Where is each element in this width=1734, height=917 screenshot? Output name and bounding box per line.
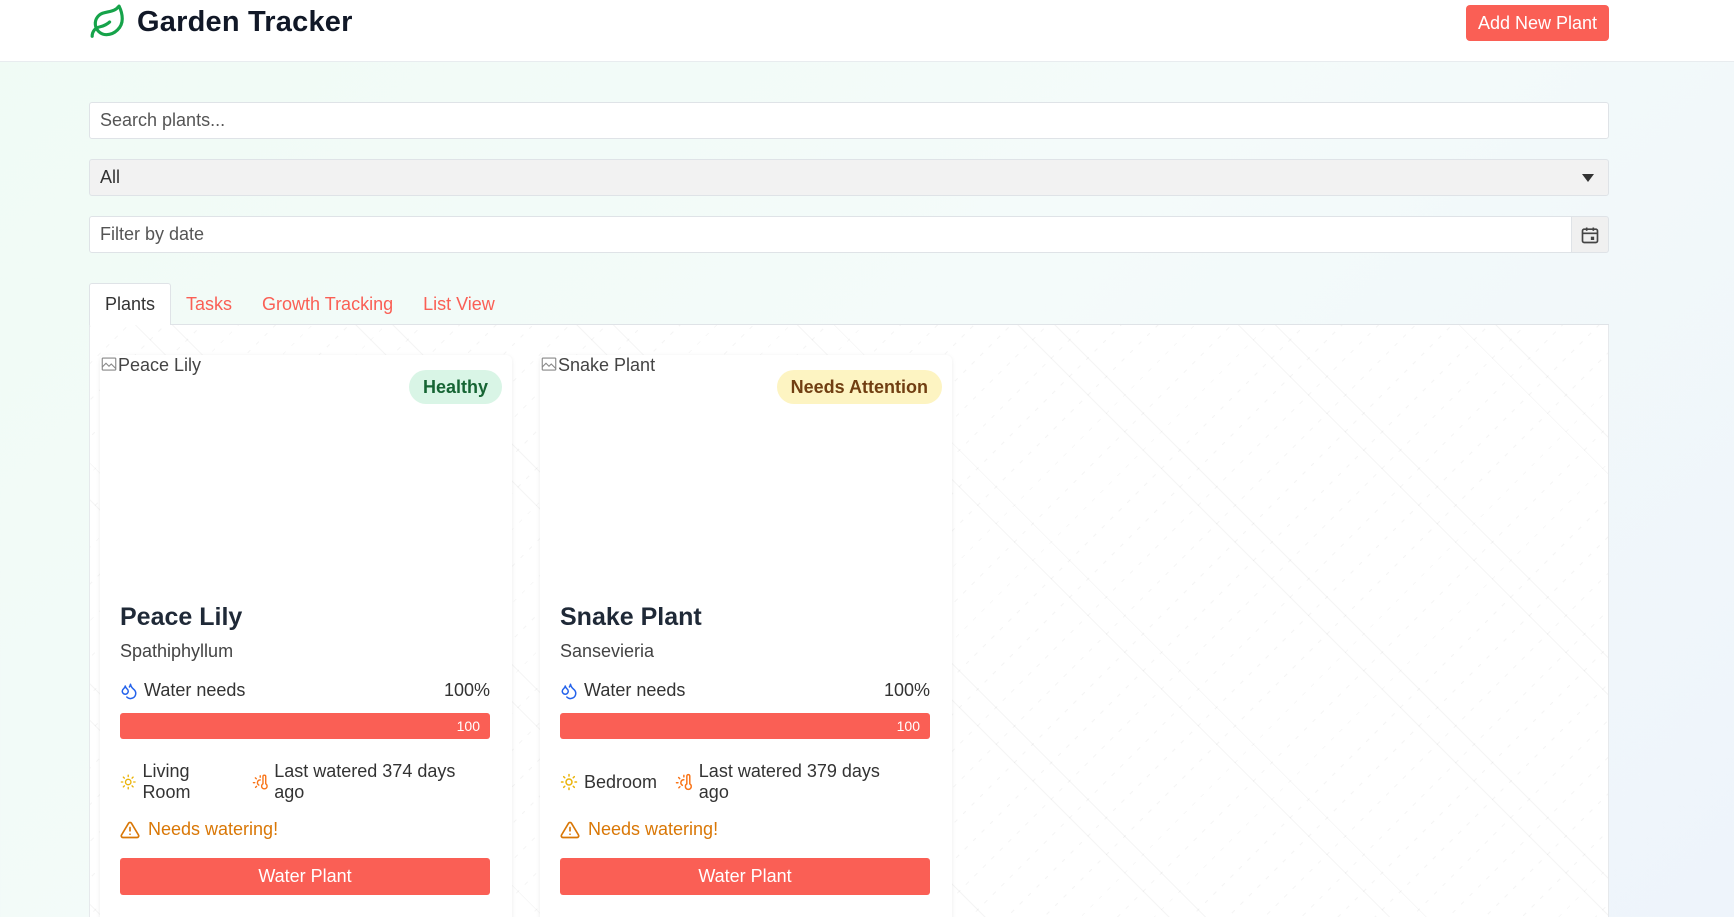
alert-triangle-icon — [560, 821, 580, 838]
thermometer-sun-icon — [252, 774, 268, 790]
last-watered: Last watered 379 days ago — [698, 761, 880, 802]
droplets-icon — [121, 683, 137, 699]
app-header: Garden Tracker Add New Plant — [0, 0, 1734, 62]
water-progress-value: 100 — [456, 718, 480, 734]
plant-name: Peace Lily — [120, 603, 243, 631]
water-needs-label: Water needs — [144, 680, 246, 700]
plant-image: Peace Lily Healthy — [100, 355, 512, 585]
category-select[interactable]: All — [89, 159, 1609, 196]
brand[interactable]: Garden Tracker — [89, 3, 353, 41]
caret-down-icon — [1582, 173, 1594, 182]
calendar-icon — [1581, 227, 1599, 243]
plant-name: Snake Plant — [560, 603, 702, 631]
water-progress-fill: 100 — [120, 713, 490, 739]
tab-growth-tracking[interactable]: Growth Tracking — [247, 283, 408, 325]
water-needs-percent: 100% — [883, 680, 930, 700]
water-plant-button[interactable]: Water Plant — [560, 858, 930, 895]
leaf-icon — [90, 4, 124, 38]
tab-plants[interactable]: Plants — [89, 283, 172, 326]
date-filter-placeholder: Filter by date — [100, 224, 205, 244]
watering-warning: Needs watering! — [588, 819, 719, 839]
plant-card: Snake Plant Needs Attention Snake Plant … — [540, 355, 952, 917]
date-filter-input[interactable]: Filter by date — [89, 216, 1572, 253]
thermometer-sun-icon — [675, 773, 693, 791]
water-needs-label: Water needs — [584, 680, 686, 700]
tab-list-view[interactable]: List View — [408, 283, 510, 325]
water-progress-bar: 100 — [560, 713, 930, 739]
date-filter: Filter by date — [89, 216, 1609, 253]
last-watered: Last watered 374 days ago — [274, 761, 456, 802]
status-badge: Healthy — [408, 370, 502, 404]
broken-image-icon — [101, 357, 117, 371]
tab-tasks[interactable]: Tasks — [171, 283, 247, 325]
plants-panel: Peace Lily Healthy Peace Lily Spathiphyl… — [89, 325, 1609, 917]
water-needs-percent: 100% — [443, 680, 490, 700]
calendar-button[interactable] — [1572, 216, 1609, 253]
alert-triangle-icon — [120, 821, 140, 838]
plant-location: Living Room — [142, 761, 191, 802]
water-progress-value: 100 — [896, 718, 920, 734]
plant-image-alt: Peace Lily — [118, 355, 202, 375]
water-plant-button[interactable]: Water Plant — [120, 858, 490, 895]
plant-image-alt: Snake Plant — [558, 355, 656, 375]
status-badge: Needs Attention — [776, 370, 942, 404]
app-title: Garden Tracker — [137, 5, 353, 38]
water-progress-bar: 100 — [120, 713, 490, 739]
search-field[interactable] — [89, 102, 1609, 139]
category-selected-value: All — [100, 167, 121, 187]
plant-scientific-name: Sansevieria — [560, 641, 655, 661]
plant-location: Bedroom — [584, 771, 658, 792]
plant-image: Snake Plant Needs Attention — [540, 355, 952, 585]
plant-card: Peace Lily Healthy Peace Lily Spathiphyl… — [100, 355, 512, 917]
main-tabs: Plants Tasks Growth Tracking List View — [89, 283, 1609, 326]
add-new-plant-button[interactable]: Add New Plant — [1466, 5, 1609, 41]
broken-image-icon — [541, 357, 557, 371]
plant-scientific-name: Spathiphyllum — [120, 641, 234, 661]
search-input[interactable] — [100, 110, 1598, 131]
sun-icon — [120, 774, 136, 790]
watering-warning: Needs watering! — [148, 819, 279, 839]
sun-icon — [560, 773, 578, 791]
water-progress-fill: 100 — [560, 713, 930, 739]
droplets-icon — [561, 683, 577, 699]
